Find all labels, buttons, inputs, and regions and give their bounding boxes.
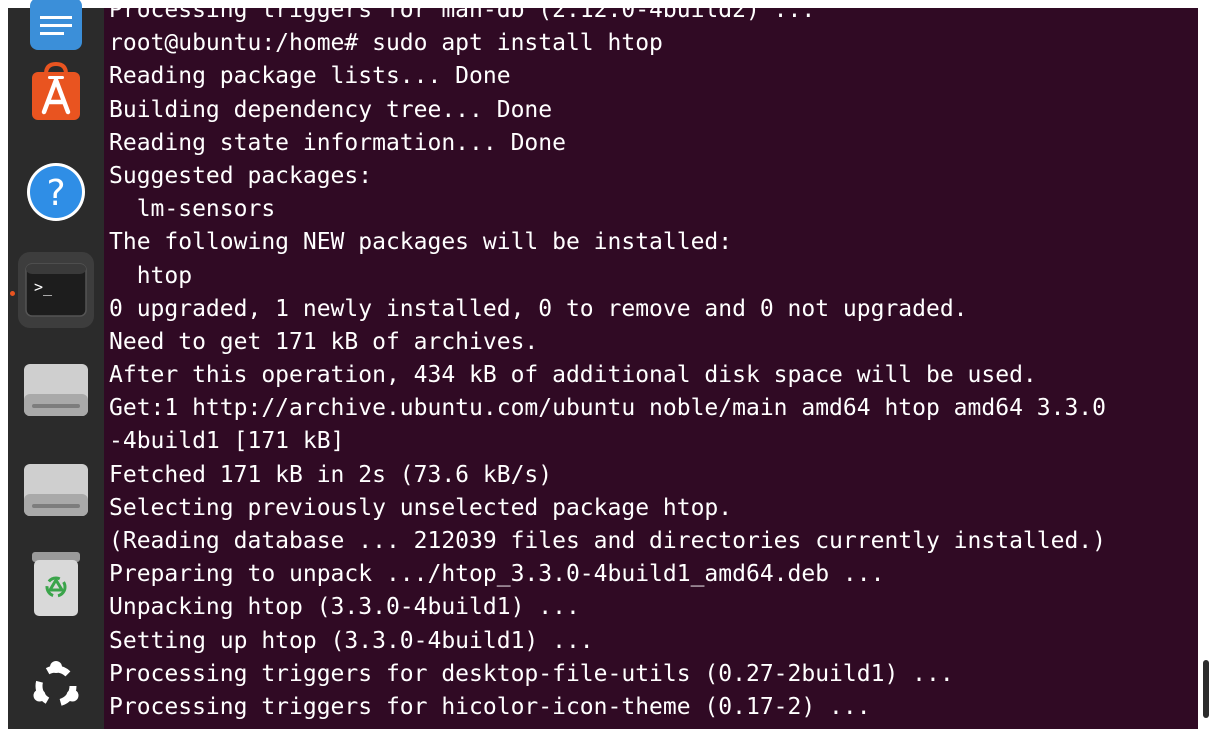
terminal-line: htop xyxy=(109,262,193,289)
drive-icon xyxy=(24,364,88,416)
terminal-line: Reading package lists... Done xyxy=(109,63,511,90)
terminal-line: root@ubuntu:/home# sudo apt install htop xyxy=(109,30,663,57)
ubuntu-logo-icon xyxy=(33,661,79,707)
dock-item-help[interactable]: ? xyxy=(18,154,94,230)
terminal-line: Fetched 171 kB in 2s (73.6 kB/s) xyxy=(109,461,553,488)
terminal-line: Reading state information... Done xyxy=(109,129,566,156)
terminal-line: Preparing to unpack .../htop_3.3.0-4buil… xyxy=(109,561,885,588)
terminal-line: Suggested packages: xyxy=(109,162,373,189)
help-icon: ? xyxy=(27,163,85,221)
terminal-line: Processing triggers for gnome-menus (3.3… xyxy=(109,724,1106,729)
help-glyph: ? xyxy=(46,173,65,214)
terminal-line: Unpacking htop (3.3.0-4build1) ... xyxy=(109,594,580,621)
running-indicator xyxy=(10,291,15,296)
terminal-line: Processing triggers for hicolor-icon-the… xyxy=(109,693,871,720)
dock-item-trash[interactable] xyxy=(18,546,94,622)
dock-item-show-apps[interactable] xyxy=(18,648,94,724)
terminal-output: Processing triggers for man-db (2.12.0-4… xyxy=(109,8,1106,729)
terminal-line: 0 upgraded, 1 newly installed, 0 to remo… xyxy=(109,295,968,322)
scrollbar-track[interactable] xyxy=(1198,8,1213,729)
terminal-line: -4build1 [171 kB] xyxy=(109,428,345,455)
terminal-line: Setting up htop (3.3.0-4build1) ... xyxy=(109,627,594,654)
dock-item-drive-1[interactable] xyxy=(18,352,94,428)
dock-item-drive-2[interactable] xyxy=(18,452,94,528)
text-editor-icon xyxy=(30,0,82,50)
dock-item-app-center[interactable] xyxy=(18,54,94,130)
scrollbar-thumb[interactable] xyxy=(1203,660,1209,718)
screen: ? >_ Processing triggers for man-db (2.1… xyxy=(0,0,1213,729)
dock-item-text-editor[interactable] xyxy=(18,0,94,62)
terminal-line: Processing triggers for desktop-file-uti… xyxy=(109,660,954,687)
terminal-line: Get:1 http://archive.ubuntu.com/ubuntu n… xyxy=(109,395,1106,422)
terminal-line: Processing triggers for man-db (2.12.0-4… xyxy=(109,8,816,23)
app-center-icon xyxy=(32,61,80,120)
terminal-line: Need to get 171 kB of archives. xyxy=(109,328,539,355)
dock: ? >_ xyxy=(8,0,104,729)
terminal-line: Building dependency tree... Done xyxy=(109,96,553,123)
terminal-line: After this operation, 434 kB of addition… xyxy=(109,362,1037,389)
terminal-line: The following NEW packages will be insta… xyxy=(109,229,733,256)
drive-icon xyxy=(24,464,88,516)
terminal-line: Selecting previously unselected package … xyxy=(109,494,733,521)
dock-item-terminal[interactable]: >_ xyxy=(18,252,94,328)
terminal-line: (Reading database ... 212039 files and d… xyxy=(109,528,1106,554)
terminal-icon: >_ xyxy=(25,263,87,317)
terminal-glyph: >_ xyxy=(34,278,53,296)
terminal-line: lm-sensors xyxy=(109,196,276,223)
trash-icon xyxy=(32,552,80,616)
terminal-window[interactable]: Processing triggers for man-db (2.12.0-4… xyxy=(104,8,1206,729)
